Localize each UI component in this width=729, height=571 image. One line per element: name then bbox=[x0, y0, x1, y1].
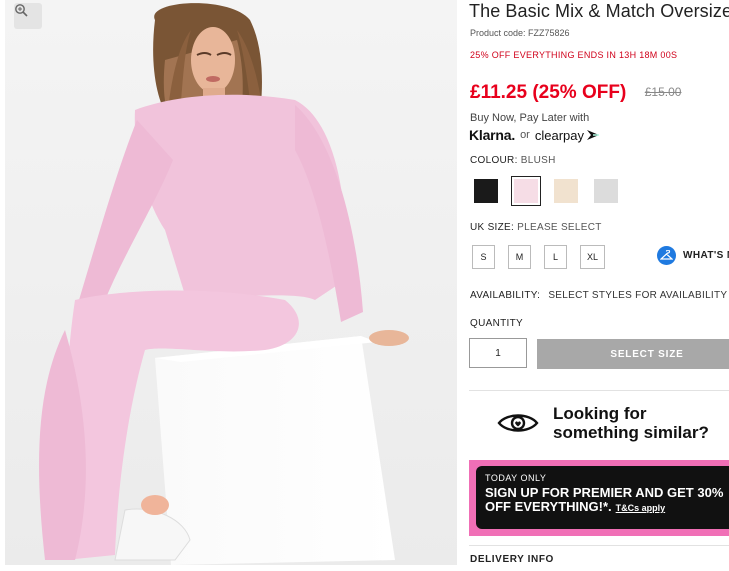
eye-icon bbox=[497, 414, 539, 432]
product-info: The Basic Mix & Match Oversized Product … bbox=[469, 0, 729, 571]
swatch-grey[interactable] bbox=[591, 176, 621, 206]
availability-row: AVAILABILITY: SELECT STYLES FOR AVAILABI… bbox=[470, 290, 727, 301]
product-code: Product code: FZZ75826 bbox=[470, 28, 570, 38]
promo-timer: 13H 18M 00S bbox=[618, 50, 678, 60]
swatch-stone[interactable] bbox=[551, 176, 581, 206]
clearpay-logo[interactable]: clearpay bbox=[535, 128, 584, 143]
size-label-row: UK SIZE: PLEASE SELECT bbox=[470, 222, 602, 233]
premier-headline: SIGN UP FOR PREMIER AND GET 30% OFF EVER… bbox=[485, 486, 729, 515]
bnpl-logos: Klarna. or clearpay bbox=[469, 127, 601, 143]
premier-line-2: OFF EVERYTHING!*. T&Cs apply bbox=[485, 500, 729, 515]
similar-text: Looking for something similar? bbox=[553, 404, 709, 442]
swatch-grey-color bbox=[594, 179, 618, 203]
size-m[interactable]: M bbox=[508, 245, 531, 269]
product-photo bbox=[5, 0, 457, 565]
sale-price: £11.25 (25% OFF) bbox=[470, 82, 627, 103]
zoom-button[interactable] bbox=[14, 3, 42, 29]
divider bbox=[469, 545, 729, 546]
hanger-icon bbox=[657, 246, 676, 265]
size-guide-text: WHAT'S MY SIZE? bbox=[683, 250, 729, 261]
product-image[interactable] bbox=[5, 0, 457, 565]
size-s[interactable]: S bbox=[472, 245, 495, 269]
swatch-blush-color bbox=[514, 179, 538, 203]
quantity-input[interactable] bbox=[469, 338, 527, 368]
bnpl-label: Buy Now, Pay Later with bbox=[470, 112, 590, 124]
product-title: The Basic Mix & Match Oversized bbox=[469, 1, 729, 21]
size-l[interactable]: L bbox=[544, 245, 567, 269]
bnpl-or: or bbox=[520, 129, 530, 141]
size-label: UK SIZE: bbox=[470, 222, 515, 233]
similar-line-2: something similar? bbox=[553, 423, 709, 442]
premier-line-2-text: OFF EVERYTHING!*. bbox=[485, 499, 612, 514]
promo-countdown: 25% OFF EVERYTHING ENDS IN 13H 18M 00S bbox=[470, 50, 677, 60]
availability-label: AVAILABILITY: bbox=[470, 290, 541, 301]
size-xl[interactable]: XL bbox=[580, 245, 605, 269]
premier-line-1: SIGN UP FOR PREMIER AND GET 30% bbox=[485, 485, 724, 500]
similar-line-1: Looking for bbox=[553, 404, 647, 423]
quantity-label: QUANTITY bbox=[470, 318, 523, 329]
zoom-icon bbox=[15, 4, 28, 17]
availability-value: SELECT STYLES FOR AVAILABILITY bbox=[548, 290, 728, 301]
colour-label-row: COLOUR: BLUSH bbox=[470, 155, 556, 166]
premier-banner[interactable]: TODAY ONLY SIGN UP FOR PREMIER AND GET 3… bbox=[469, 460, 729, 536]
size-selected: PLEASE SELECT bbox=[517, 222, 602, 233]
delivery-info-toggle[interactable]: DELIVERY INFO bbox=[470, 554, 554, 565]
size-options: S M L XL bbox=[472, 245, 605, 269]
colour-label: COLOUR: bbox=[470, 155, 518, 166]
price-row: £11.25 (25% OFF) £15.00 bbox=[470, 82, 681, 104]
tcs-link[interactable]: T&Cs apply bbox=[616, 503, 666, 513]
premier-banner-inner: TODAY ONLY SIGN UP FOR PREMIER AND GET 3… bbox=[476, 466, 729, 529]
add-to-bag-button[interactable]: SELECT SIZE bbox=[537, 339, 729, 369]
swatch-stone-color bbox=[554, 179, 578, 203]
klarna-logo[interactable]: Klarna. bbox=[469, 127, 515, 143]
find-similar-link[interactable]: Looking for something similar? bbox=[497, 404, 709, 442]
size-guide-link[interactable]: WHAT'S MY SIZE? bbox=[657, 246, 729, 265]
premier-tag: TODAY ONLY bbox=[485, 473, 547, 483]
swatch-black[interactable] bbox=[471, 176, 501, 206]
swatch-blush[interactable] bbox=[511, 176, 541, 206]
original-price: £15.00 bbox=[644, 85, 682, 99]
colour-selected: BLUSH bbox=[520, 155, 556, 166]
clearpay-icon bbox=[586, 130, 599, 140]
colour-swatches bbox=[471, 176, 621, 206]
divider bbox=[469, 390, 729, 391]
swatch-black-color bbox=[474, 179, 498, 203]
promo-text: 25% OFF EVERYTHING ENDS IN bbox=[470, 50, 617, 60]
